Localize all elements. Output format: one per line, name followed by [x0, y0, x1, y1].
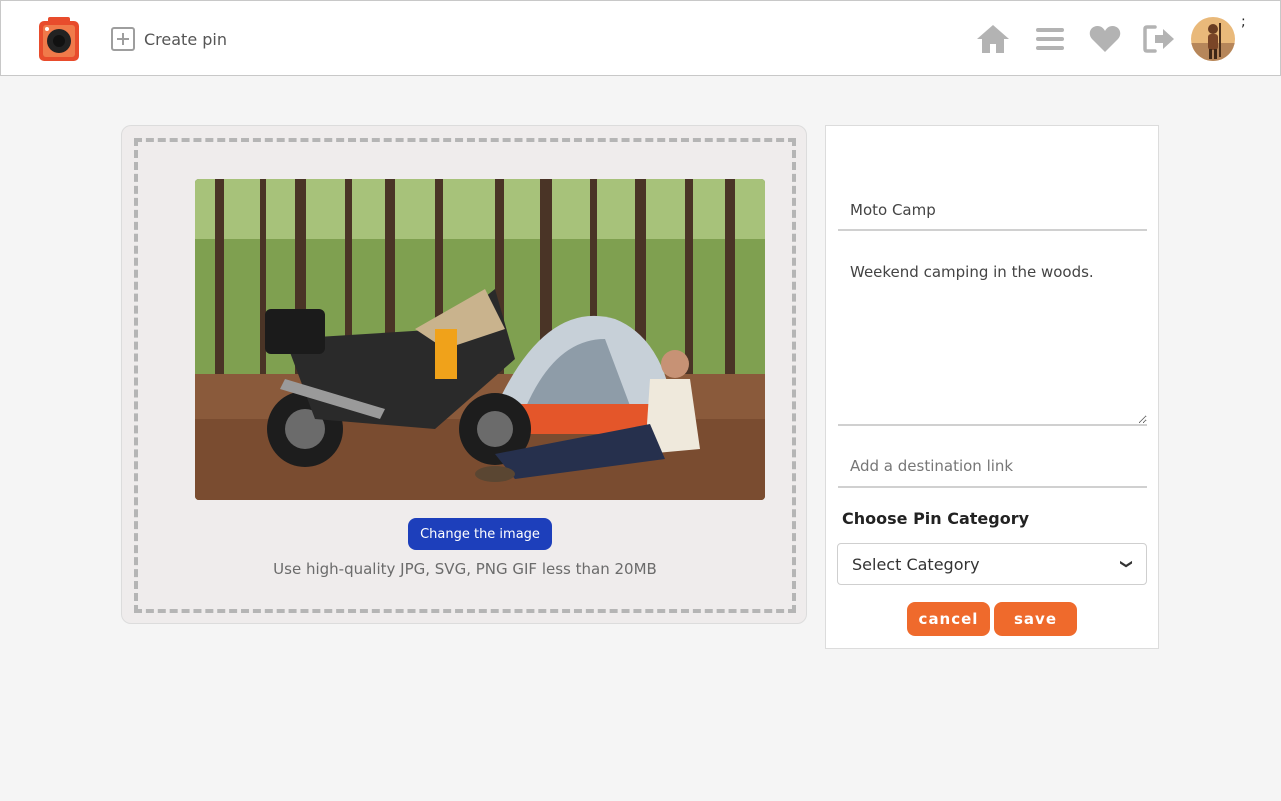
create-pin-label: Create pin [144, 29, 227, 49]
home-icon[interactable] [976, 23, 1010, 55]
menu-icon[interactable] [1033, 23, 1067, 55]
image-upload-card: Change the image Use high-quality JPG, S… [121, 125, 807, 624]
category-select[interactable]: Select Category ❯ [837, 543, 1147, 585]
create-pin-link[interactable]: Create pin [111, 26, 227, 52]
category-selected-value: Select Category [852, 554, 980, 574]
uploaded-image-preview [195, 179, 765, 500]
upload-hint-text: Use high-quality JPG, SVG, PNG GIF less … [273, 560, 657, 578]
app-logo-icon[interactable] [39, 17, 79, 61]
pin-details-form: Weekend camping in the woods. Choose Pin… [825, 125, 1159, 649]
logout-icon[interactable] [1143, 23, 1177, 55]
chevron-down-icon: ❯ [1119, 558, 1134, 570]
top-navbar: Create pin ; [0, 0, 1281, 76]
cancel-button[interactable]: cancel [907, 602, 990, 636]
category-label: Choose Pin Category [842, 509, 1030, 528]
plus-square-icon [111, 27, 135, 51]
create-pin-page: Create pin ; Change the image Use high-q… [0, 0, 1281, 801]
destination-link-input[interactable] [838, 446, 1147, 488]
user-avatar[interactable] [1191, 17, 1235, 61]
heart-icon[interactable] [1088, 23, 1122, 55]
save-button[interactable]: save [994, 602, 1077, 636]
change-image-button[interactable]: Change the image [408, 518, 552, 550]
pin-title-input[interactable] [838, 191, 1147, 231]
image-dropzone[interactable]: Change the image Use high-quality JPG, S… [134, 138, 796, 613]
pin-description-textarea[interactable]: Weekend camping in the woods. [838, 256, 1147, 426]
avatar-menu-toggle[interactable]: ; [1241, 15, 1246, 29]
